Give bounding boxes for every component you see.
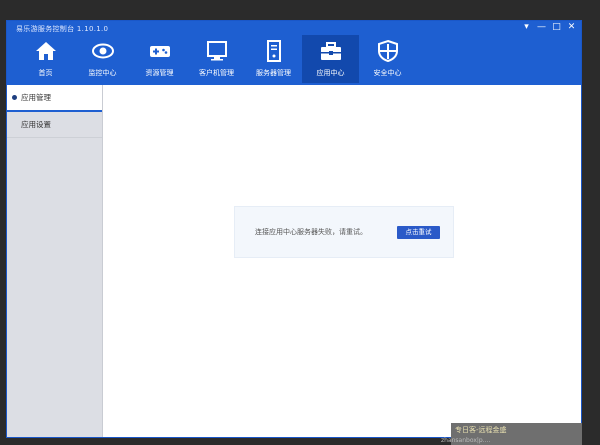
retry-button[interactable]: 点击重试 xyxy=(397,226,440,239)
nav-server-management[interactable]: 服务器管理 xyxy=(245,35,302,83)
sidebar-item-app-settings[interactable]: 应用设置 xyxy=(7,112,102,138)
maximize-button[interactable]: □ xyxy=(551,22,562,33)
window-controls: ▾ — □ ✕ xyxy=(521,22,577,33)
dropdown-button[interactable]: ▾ xyxy=(521,22,532,33)
nav-label: 资源管理 xyxy=(145,69,174,77)
main-content: 连接应用中心服务器失败，请重试。 点击重试 xyxy=(103,85,581,437)
gamepad-icon xyxy=(149,46,170,57)
minimize-button[interactable]: — xyxy=(536,22,547,33)
sidebar-item-app-management[interactable]: 应用管理 xyxy=(7,85,102,112)
sidebar-item-label: 应用管理 xyxy=(21,93,51,102)
app-window: 易乐游服务控制台 1.10.1.0 ▾ — □ ✕ 首页 监控中心 资源管理 客… xyxy=(6,20,582,438)
nav-client-management[interactable]: 客户机管理 xyxy=(188,35,245,83)
nav-label: 首页 xyxy=(38,69,53,77)
home-icon xyxy=(35,42,56,60)
main-nav: 首页 监控中心 资源管理 客户机管理 服务器管理 应用中心 安全中心 xyxy=(17,35,581,83)
watermark: zhansanbox|p.... xyxy=(441,437,491,444)
server-icon xyxy=(266,40,281,62)
app-title: 易乐游服务控制台 1.10.1.0 xyxy=(16,25,109,33)
nav-resource-management[interactable]: 资源管理 xyxy=(131,35,188,83)
eye-icon xyxy=(91,43,114,59)
nav-label: 安全中心 xyxy=(373,69,402,77)
active-dot-icon xyxy=(12,95,17,100)
nav-monitor-center[interactable]: 监控中心 xyxy=(74,35,131,83)
error-message-box: 连接应用中心服务器失败，请重试。 点击重试 xyxy=(234,206,454,258)
sidebar-item-label: 应用设置 xyxy=(21,120,51,129)
monitor-icon xyxy=(206,41,227,61)
sidebar: 应用管理 应用设置 xyxy=(7,85,103,437)
nav-label: 服务器管理 xyxy=(256,69,291,77)
toast-text: 专日客-远程金盛 xyxy=(455,426,507,434)
close-button[interactable]: ✕ xyxy=(566,22,577,33)
shield-icon xyxy=(377,39,398,63)
title-bar: 易乐游服务控制台 1.10.1.0 ▾ — □ ✕ 首页 监控中心 资源管理 客… xyxy=(7,21,581,85)
nav-label: 应用中心 xyxy=(316,69,345,77)
nav-home[interactable]: 首页 xyxy=(17,35,74,83)
nav-label: 客户机管理 xyxy=(199,69,234,77)
nav-app-center[interactable]: 应用中心 xyxy=(302,35,359,83)
nav-security-center[interactable]: 安全中心 xyxy=(359,35,416,83)
toolbox-icon xyxy=(320,42,341,60)
error-message: 连接应用中心服务器失败，请重试。 xyxy=(255,228,367,236)
nav-label: 监控中心 xyxy=(88,69,117,77)
